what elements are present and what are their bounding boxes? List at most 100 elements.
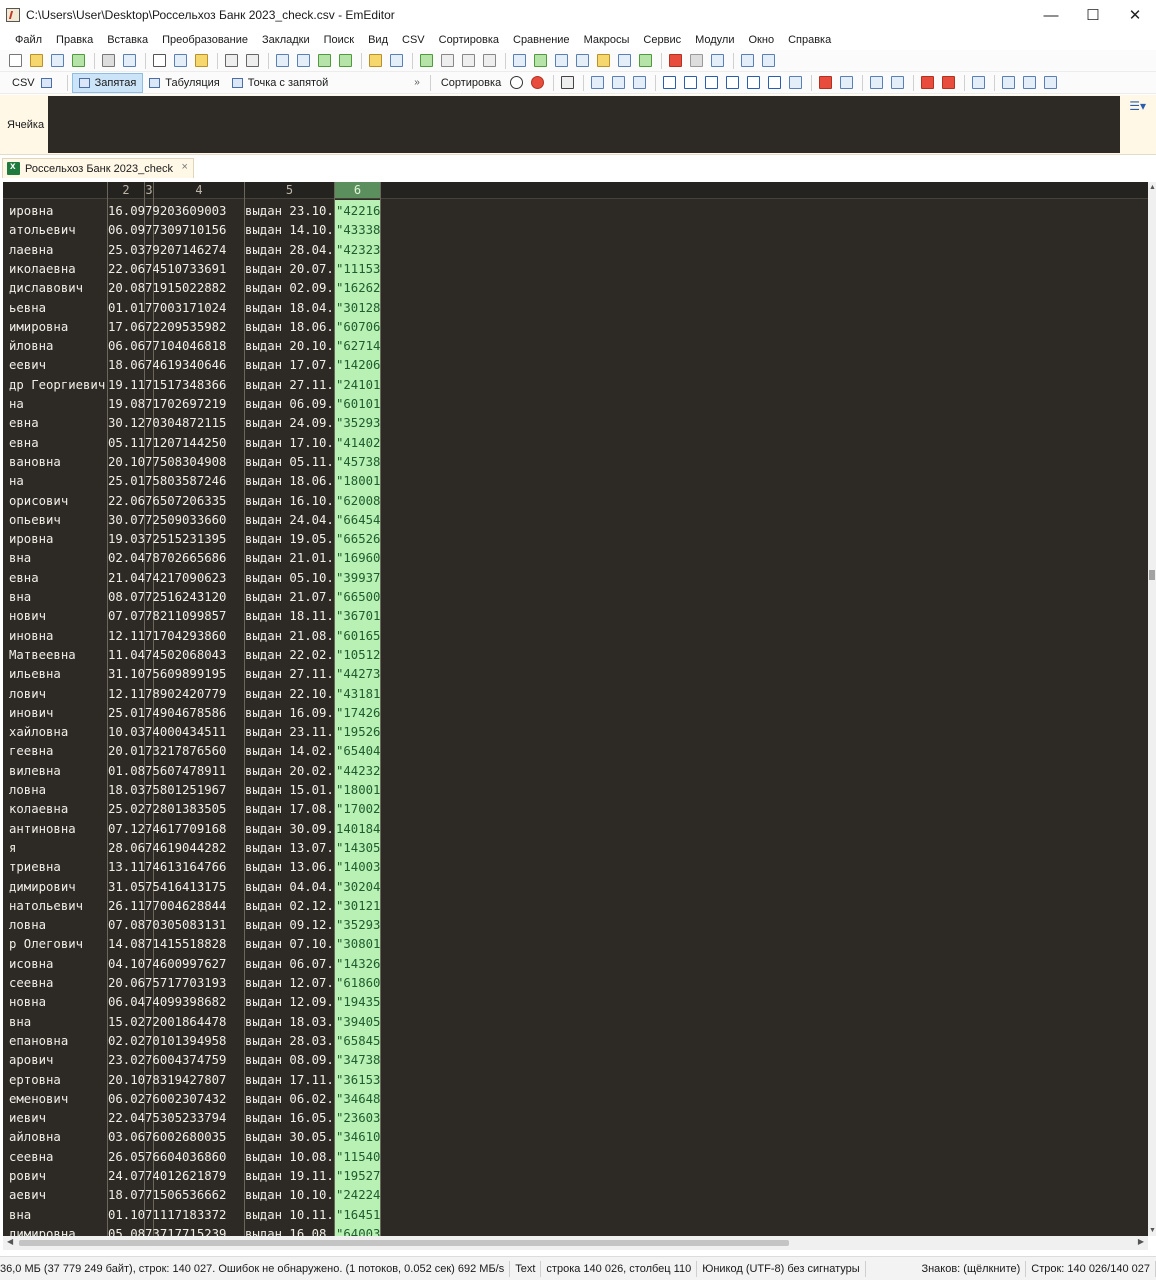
cell-issued[interactable]: выдан 05.10. (245, 569, 335, 588)
cell-issued[interactable]: выдан 18.04. (245, 299, 335, 318)
bullets-icon[interactable] (918, 74, 936, 92)
cell-issued[interactable]: выдан 02.12. (245, 897, 335, 916)
columns-icon[interactable] (588, 74, 606, 92)
encoding-icon[interactable] (531, 52, 549, 70)
select-column-icon[interactable] (609, 74, 627, 92)
cell-date-number[interactable]: 02.0478702665686 (108, 549, 226, 568)
table-row[interactable]: иколаевна 22.0674510733691 выдан 20.07. "11… (3, 260, 1148, 279)
menu-bookmarks[interactable]: Закладки (255, 34, 317, 46)
cell-issued[interactable]: выдан 12.07. (245, 974, 335, 993)
cell-options-icon[interactable]: ☰▾ (1129, 99, 1146, 113)
cell-issued[interactable]: выдан 28.03. (245, 1032, 335, 1051)
cell-code[interactable]: "14326 (336, 955, 380, 974)
cell-code[interactable]: 140184 (336, 820, 380, 839)
cell-date-number[interactable]: 24.0774012621879 (108, 1167, 226, 1186)
cell-code[interactable]: "44273 (336, 665, 380, 684)
document-tab[interactable]: Россельхоз Банк 2023_check × (2, 158, 194, 178)
cell-date-number[interactable]: 21.0474217090623 (108, 569, 226, 588)
cell-name[interactable]: рович (9, 1167, 107, 1186)
cell-name[interactable]: иновна (9, 627, 107, 646)
cell-code[interactable]: "30128 (336, 299, 380, 318)
table-row[interactable]: вна 15.0272001864478 выдан 18.03. "39405 (3, 1013, 1148, 1032)
cell-code[interactable]: "62008 (336, 492, 380, 511)
cell-issued[interactable]: выдан 17.07. (245, 356, 335, 375)
cell-code[interactable]: "41402 (336, 434, 380, 453)
cell-name[interactable]: иколаевна (9, 260, 107, 279)
cut-icon[interactable] (150, 52, 168, 70)
plugin-icon[interactable] (552, 52, 570, 70)
undo-icon[interactable] (222, 52, 240, 70)
cell-date-number[interactable]: 06.0677104046818 (108, 337, 226, 356)
cell-issued[interactable]: выдан 10.08. (245, 1148, 335, 1167)
print-preview-icon[interactable] (120, 52, 138, 70)
cell-issued[interactable]: выдан 16.05. (245, 1109, 335, 1128)
scroll-down-icon[interactable]: ▼ (1149, 1227, 1156, 1234)
cell-name[interactable]: диславович (9, 279, 107, 298)
cell-issued[interactable]: выдан 06.07. (245, 955, 335, 974)
table-row[interactable]: вановна 20.1077508304908 выдан 05.11. "4573… (3, 453, 1148, 472)
cell-name[interactable]: хайловна (9, 723, 107, 742)
cell-code[interactable]: "14206 (336, 356, 380, 375)
menu-insert[interactable]: Вставка (100, 34, 155, 46)
cell-issued[interactable]: выдан 18.06. (245, 472, 335, 491)
close-tab-icon[interactable]: × (182, 161, 188, 173)
cell-icon[interactable] (630, 74, 648, 92)
table-row[interactable]: на 19.0871702697219 выдан 06.09. "60101 (3, 395, 1148, 414)
line-numbers-icon[interactable] (480, 52, 498, 70)
csv-grid-editor[interactable]: 2 3 4 5 6 ировна 16.0979203609003 выдан 23… (3, 182, 1148, 1236)
redo-icon[interactable] (243, 52, 261, 70)
table-row[interactable]: еменович 06.0276002307432 выдан 06.02. "346… (3, 1090, 1148, 1109)
cell-name[interactable]: ьевна (9, 299, 107, 318)
cell-issued[interactable]: выдан 20.02. (245, 762, 335, 781)
cell-date-number[interactable]: 06.0977309710156 (108, 221, 226, 240)
table-row[interactable]: йловна 06.0677104046818 выдан 20.10. "62714 (3, 337, 1148, 356)
menu-edit[interactable]: Правка (49, 34, 100, 46)
cell-code[interactable]: "30204 (336, 878, 380, 897)
cell-date-number[interactable]: 11.0474502068043 (108, 646, 226, 665)
cell-issued[interactable]: выдан 27.11. (245, 376, 335, 395)
cell-code[interactable]: "17002 (336, 800, 380, 819)
cell-date-number[interactable]: 07.1274617709168 (108, 820, 226, 839)
cell-date-number[interactable]: 12.1171704293860 (108, 627, 226, 646)
cell-code[interactable]: "14305 (336, 839, 380, 858)
cell-date-number[interactable]: 12.1178902420779 (108, 685, 226, 704)
cell-name[interactable]: я (9, 839, 107, 858)
cell-code[interactable]: "34648 (336, 1090, 380, 1109)
table-row[interactable]: атольевич 06.0977309710156 выдан 14.10. "43… (3, 221, 1148, 240)
cell-name[interactable]: аевич (9, 1186, 107, 1205)
open-file-icon[interactable] (27, 52, 45, 70)
macro-edit-icon[interactable] (708, 52, 726, 70)
table-row[interactable]: сеевна 20.0675717703193 выдан 12.07. "61860 (3, 974, 1148, 993)
cell-issued[interactable]: выдан 05.11. (245, 453, 335, 472)
cell-issued[interactable]: выдан 22.02. (245, 646, 335, 665)
cell-name[interactable]: ильевна (9, 665, 107, 684)
find-prev-icon[interactable] (315, 52, 333, 70)
cell-code[interactable]: "11540 (336, 1148, 380, 1167)
cell-code[interactable]: "66454 (336, 511, 380, 530)
cell-date-number[interactable]: 18.0771506536662 (108, 1186, 226, 1205)
cell-code[interactable]: "36153 (336, 1071, 380, 1090)
cell-date-number[interactable]: 25.0174904678586 (108, 704, 226, 723)
cell-date-number[interactable]: 30.0772509033660 (108, 511, 226, 530)
cell-name[interactable]: димировна (9, 1225, 107, 1236)
menu-help[interactable]: Справка (781, 34, 838, 46)
cell-issued[interactable]: выдан 04.04. (245, 878, 335, 897)
cell-date-number[interactable]: 16.0979203609003 (108, 202, 226, 221)
cell-date-number[interactable]: 14.0871415518828 (108, 935, 226, 954)
cell-issued[interactable]: выдан 17.08. (245, 800, 335, 819)
cell-issued[interactable]: выдан 10.10. (245, 1186, 335, 1205)
cell-date-number[interactable]: 15.0272001864478 (108, 1013, 226, 1032)
table-row[interactable]: колаевна 25.0272801383505 выдан 17.08. "170… (3, 800, 1148, 819)
cell-name[interactable]: димирович (9, 878, 107, 897)
cell-issued[interactable]: выдан 10.11. (245, 1206, 335, 1225)
properties-icon[interactable] (573, 52, 591, 70)
table-row[interactable]: ировна 16.0979203609003 выдан 23.10. "42216 (3, 202, 1148, 221)
cell-name[interactable]: вановна (9, 453, 107, 472)
cell-issued[interactable]: выдан 20.10. (245, 337, 335, 356)
filter-icon[interactable] (387, 52, 405, 70)
cell-name[interactable]: опьевич (9, 511, 107, 530)
wrap-icon[interactable] (438, 52, 456, 70)
cell-code[interactable]: "39405 (336, 1013, 380, 1032)
cell-name[interactable]: сеевна (9, 974, 107, 993)
cell-name[interactable]: натольевич (9, 897, 107, 916)
